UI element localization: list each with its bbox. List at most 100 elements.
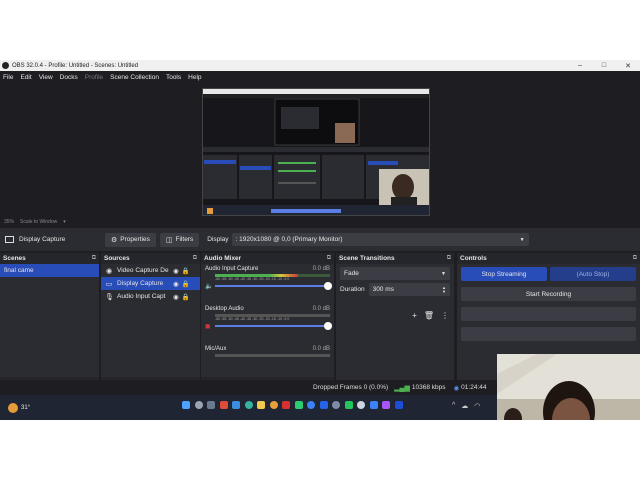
speaker-icon[interactable]: ◼: [205, 322, 215, 330]
obs-icon[interactable]: [357, 401, 365, 409]
chevron-down-icon: ▼: [441, 270, 446, 277]
start-recording-button[interactable]: Start Recording: [461, 287, 636, 301]
mixer-channel-mic-aux: Mic/Aux 0.0 dB: [201, 344, 334, 364]
menu-file[interactable]: File: [3, 74, 13, 81]
wifi-icon[interactable]: ◠: [474, 402, 480, 410]
title-bar: OBS 32.0.4 - Profile: Untitled - Scenes:…: [0, 60, 640, 71]
app-icon[interactable]: [282, 401, 290, 409]
properties-button[interactable]: ⚙ Properties: [105, 232, 156, 247]
app-icon[interactable]: [382, 401, 390, 409]
preview-canvas[interactable]: [202, 88, 430, 216]
source-label: Display Capture: [117, 280, 164, 287]
auto-stop-button[interactable]: (Auto Stop): [550, 267, 636, 281]
menu-tools[interactable]: Tools: [166, 74, 181, 81]
app-icon[interactable]: [219, 401, 228, 409]
display-label: Display: [207, 236, 229, 243]
eye-icon[interactable]: ◉: [173, 280, 179, 288]
filters-label: Filters: [175, 236, 194, 243]
close-button[interactable]: ✕: [616, 62, 640, 70]
cloud-icon[interactable]: ☁: [461, 402, 468, 410]
lock-icon[interactable]: 🔒: [182, 293, 190, 301]
search-icon[interactable]: [194, 401, 203, 409]
volume-slider[interactable]: [215, 282, 332, 290]
sources-title-label: Sources: [104, 255, 130, 262]
dock-float-icon[interactable]: ⧉: [92, 255, 96, 262]
menu-help[interactable]: Help: [188, 74, 201, 81]
chrome-icon[interactable]: [269, 401, 278, 409]
eye-icon[interactable]: ◉: [173, 293, 179, 301]
source-item-video-capture[interactable]: ◉ Video Capture De ◉ 🔒: [101, 264, 200, 277]
app-icon[interactable]: [369, 401, 378, 409]
spinner-icon[interactable]: ▲ ▼: [442, 285, 446, 294]
scale-mode[interactable]: Scale to Window: [20, 219, 57, 225]
dock-float-icon[interactable]: ⧉: [633, 255, 637, 262]
channel-name: Desktop Audio: [205, 306, 244, 312]
selected-source: Display Capture: [5, 236, 105, 243]
zoom-level[interactable]: 35%: [4, 219, 14, 225]
source-label: Audio Input Capt: [117, 293, 166, 300]
sources-title: Sources ⧉: [101, 253, 200, 264]
signal-bars-icon: ▂▄▆: [394, 384, 410, 392]
app-icon[interactable]: [332, 401, 340, 409]
minimize-button[interactable]: –: [568, 62, 592, 70]
taskbar-apps: [182, 401, 407, 409]
source-item-audio-input[interactable]: 🎙 Audio Input Capt ◉ 🔒: [101, 290, 200, 303]
weather-widget[interactable]: 31°: [8, 402, 31, 413]
lock-icon[interactable]: 🔒: [182, 267, 190, 275]
more-icon[interactable]: ⋮: [441, 311, 449, 320]
control-button[interactable]: [461, 327, 636, 341]
menu-view[interactable]: View: [39, 74, 53, 81]
dock-float-icon[interactable]: ⧉: [447, 255, 451, 262]
dock-float-icon[interactable]: ⧉: [327, 255, 331, 262]
volume-slider[interactable]: [215, 322, 332, 330]
chevron-down-icon[interactable]: ▾: [63, 219, 66, 225]
stop-streaming-button[interactable]: Stop Streaming: [461, 267, 547, 281]
preview-screen-capture: [203, 89, 429, 215]
filters-button[interactable]: ◫ Filters: [159, 232, 200, 247]
app-icon[interactable]: [319, 401, 328, 409]
transition-actions: + 🗑 ⋮: [405, 311, 449, 320]
display-select[interactable]: : 1920x1080 @ 0,0 (Primary Monitor) ▼: [231, 233, 529, 246]
app-icon[interactable]: [232, 401, 240, 409]
chevron-down-icon: ▼: [519, 236, 525, 243]
chevron-up-icon[interactable]: ^: [452, 402, 455, 410]
volume-meter: [215, 274, 330, 277]
selected-source-label: Display Capture: [19, 236, 66, 243]
menu-docks[interactable]: Docks: [60, 74, 78, 81]
audio-mixer-dock: Audio Mixer ⧉ Audio Input Capture 0.0 dB…: [201, 253, 334, 390]
maximize-button[interactable]: □: [592, 62, 616, 70]
volume-meter: [215, 354, 330, 357]
scene-item-final-came[interactable]: final came: [0, 264, 99, 277]
trash-icon[interactable]: 🗑: [424, 311, 434, 320]
task-view-icon[interactable]: [207, 401, 215, 409]
duration-input[interactable]: 300 ms ▲ ▼: [368, 283, 450, 296]
app-icon[interactable]: [344, 401, 353, 409]
mixer-channel-audio-input: Audio Input Capture 0.0 dB -60 -55 -50 -…: [201, 264, 334, 304]
weather-temp: 31°: [21, 404, 31, 411]
menu-edit[interactable]: Edit: [20, 74, 31, 81]
eye-icon[interactable]: ◉: [173, 267, 179, 275]
slider-knob[interactable]: [324, 322, 332, 330]
edge-icon[interactable]: [244, 401, 253, 409]
facebook-icon[interactable]: [307, 401, 315, 409]
dock-float-icon[interactable]: ⧉: [193, 255, 197, 262]
windows-start-icon[interactable]: [182, 401, 190, 409]
menu-scene-collection[interactable]: Scene Collection: [110, 74, 159, 81]
file-explorer-icon[interactable]: [257, 401, 265, 409]
monitor-icon: [5, 236, 14, 243]
scenes-title-label: Scenes: [3, 255, 26, 262]
add-icon[interactable]: +: [412, 311, 417, 320]
control-button[interactable]: [461, 307, 636, 321]
speaker-icon[interactable]: 🔈: [205, 282, 215, 290]
app-icon[interactable]: [294, 401, 303, 409]
lock-icon[interactable]: 🔒: [182, 280, 190, 288]
filter-icon: ◫: [165, 236, 173, 244]
slider-knob[interactable]: [324, 282, 332, 290]
source-item-display-capture[interactable]: ▭ Display Capture ◉ 🔒: [101, 277, 200, 290]
transitions-title-label: Scene Transitions: [339, 255, 395, 262]
app-icon[interactable]: [394, 401, 403, 409]
menu-profile[interactable]: Profile: [85, 74, 103, 81]
system-tray: ^ ☁ ◠: [452, 402, 486, 410]
bitrate: 10368 kbps: [411, 384, 446, 391]
transition-select[interactable]: Fade ▼: [340, 267, 450, 280]
